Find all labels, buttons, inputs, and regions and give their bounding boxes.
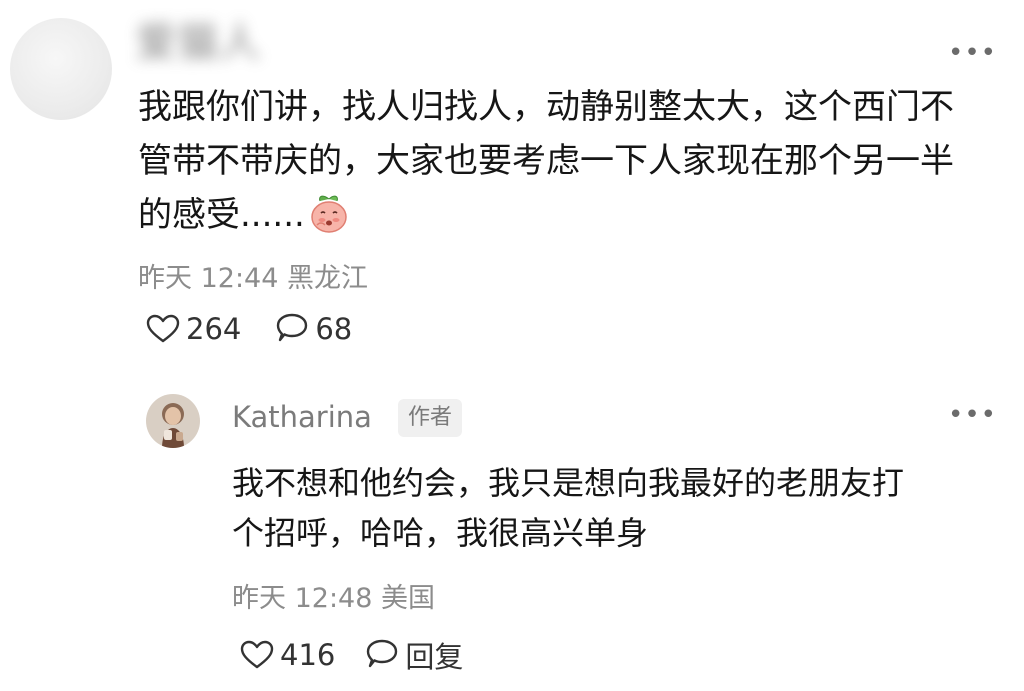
like-count: 264 xyxy=(186,312,242,346)
reply-avatar[interactable] xyxy=(146,394,200,448)
reply-author-name[interactable]: Katharina xyxy=(232,400,372,434)
reply-actions: 416 回复 xyxy=(240,634,463,676)
comment-text-line-3: 的感受...... xyxy=(138,195,305,235)
more-dots-icon: ••• xyxy=(948,400,998,430)
blurred-username: 爱猫人 xyxy=(136,20,262,66)
comment-actions: 264 68 xyxy=(146,312,352,346)
more-dots-icon: ••• xyxy=(948,38,998,68)
comment-meta: 昨天 12:44 黑龙江 xyxy=(138,256,368,295)
comment-bubble-icon xyxy=(277,313,308,342)
avatar[interactable] xyxy=(10,18,112,120)
reply-text: 我不想和他约会，我只是想向我最好的老朋友打 个招呼，哈哈，我很高兴单身 xyxy=(232,458,992,558)
reply-text-line: 我不想和他约会，我只是想向我最好的老朋友打 xyxy=(232,464,905,502)
more-options-button[interactable]: ••• xyxy=(948,38,997,68)
reply-time: 昨天 12:48 xyxy=(232,583,373,614)
heart-icon xyxy=(146,314,180,343)
reply-location: 美国 xyxy=(381,583,435,614)
comment-author-name[interactable]: 爱猫人 xyxy=(136,10,368,68)
comment-text-line: 管带不带庆的，大家也要考虑一下人家现在那个另一半 xyxy=(138,141,954,181)
peach-emoji-icon xyxy=(309,192,349,234)
avatar-photo xyxy=(146,394,200,448)
comment-text-line: 的感受...... xyxy=(138,188,998,242)
comment-location: 黑龙江 xyxy=(287,263,368,294)
author-badge: 作者 xyxy=(398,399,463,437)
reply-like-button[interactable]: 416 xyxy=(240,638,335,672)
reply-count-button[interactable]: 68 xyxy=(275,312,352,346)
reply-meta: 昨天 12:48 美国 xyxy=(232,576,435,615)
reply-button-label: 回复 xyxy=(405,640,464,674)
comment-bubble-icon xyxy=(367,639,398,668)
reply-text-line: 个招呼，哈哈，我很高兴单身 xyxy=(232,514,649,552)
comment-text: 我跟你们讲，找人归找人，动静别整太大，这个西门不 管带不带庆的，大家也要考虑一下… xyxy=(138,80,998,242)
reply-button[interactable]: 回复 xyxy=(365,634,463,676)
reply-more-options-button[interactable]: ••• xyxy=(948,400,997,430)
comment-text-line: 我跟你们讲，找人归找人，动静别整太大，这个西门不 xyxy=(138,87,954,127)
like-button[interactable]: 264 xyxy=(146,312,241,346)
heart-icon xyxy=(240,640,274,669)
reply-count: 68 xyxy=(315,312,353,346)
comment-time: 昨天 12:44 xyxy=(138,263,279,294)
reply-like-count: 416 xyxy=(280,638,336,672)
